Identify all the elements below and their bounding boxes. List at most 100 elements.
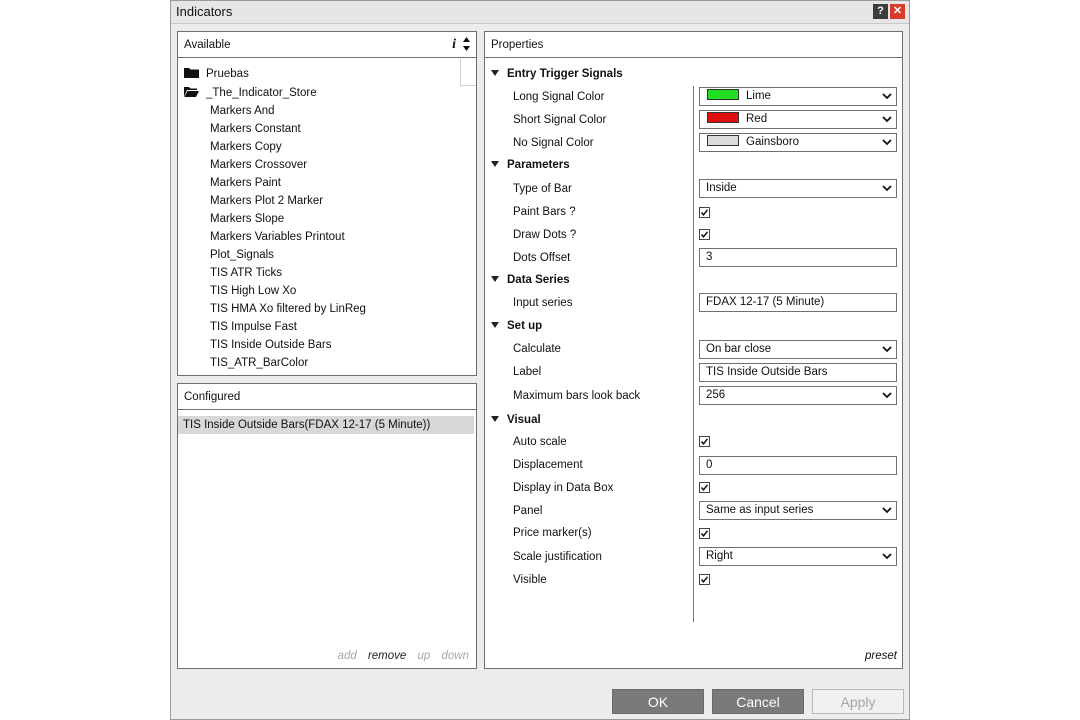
type-of-bar-label: Type of Bar [513, 183, 572, 195]
configured-actions: add remove up down [330, 650, 469, 662]
preset-link[interactable]: preset [865, 650, 897, 662]
chevron-down-icon [882, 116, 892, 123]
dots-offset-input[interactable]: 3 [699, 248, 897, 267]
collapse-triangle-icon [491, 161, 499, 167]
price-markers-label: Price marker(s) [513, 527, 592, 539]
list-item[interactable]: TIS_ATR_BarColor [210, 357, 308, 369]
checkmark-icon [700, 209, 709, 216]
type-of-bar-select[interactable]: Inside [699, 179, 897, 198]
gainsboro-swatch [707, 135, 739, 146]
ok-button[interactable]: OK [612, 689, 704, 714]
properties-title: Properties [491, 39, 544, 51]
paint-bars-checkbox[interactable] [699, 207, 710, 218]
chevron-down-icon [882, 139, 892, 146]
group-label: Entry Trigger Signals [507, 68, 623, 80]
lime-swatch [707, 89, 739, 100]
list-item[interactable]: Plot_Signals [210, 249, 274, 261]
draw-dots-checkbox[interactable] [699, 229, 710, 240]
calculate-label: Calculate [513, 343, 561, 355]
list-item[interactable]: TIS Impulse Fast [210, 321, 297, 333]
group-data-series[interactable]: Data Series [491, 274, 570, 286]
sort-arrows-icon[interactable] [462, 35, 471, 53]
up-link[interactable]: up [418, 650, 431, 662]
short-signal-color-label: Short Signal Color [513, 114, 607, 126]
list-item[interactable]: TIS High Low Xo [210, 285, 296, 297]
list-item[interactable]: TIS HMA Xo filtered by LinReg [210, 303, 366, 315]
calculate-select[interactable]: On bar close [699, 340, 897, 359]
folder-pruebas[interactable]: Pruebas [184, 67, 249, 85]
add-link[interactable]: add [338, 650, 357, 662]
tree-scrollbar-thumb[interactable] [460, 59, 476, 86]
help-button[interactable]: ? [873, 4, 888, 19]
short-signal-color-select[interactable]: Red [699, 110, 897, 129]
list-item[interactable]: Markers Paint [210, 177, 281, 189]
checkmark-icon [700, 530, 709, 537]
no-signal-color-select[interactable]: Gainsboro [699, 133, 897, 152]
visible-checkbox[interactable] [699, 574, 710, 585]
collapse-triangle-icon [491, 276, 499, 282]
paint-bars-label: Paint Bars ? [513, 206, 576, 218]
panel-select[interactable]: Same as input series [699, 501, 897, 520]
title-bar[interactable]: Indicators ? ✕ [171, 1, 909, 24]
label-input[interactable]: TIS Inside Outside Bars [699, 363, 897, 382]
list-item[interactable]: Markers Copy [210, 141, 282, 153]
configured-title: Configured [184, 391, 241, 403]
group-visual[interactable]: Visual [491, 414, 541, 426]
configured-header: Configured [178, 384, 476, 410]
available-panel: Available i Pruebas _The_Indicator_Store… [177, 31, 477, 376]
long-signal-color-select[interactable]: Lime [699, 87, 897, 106]
draw-dots-label: Draw Dots ? [513, 229, 577, 241]
display-data-box-checkbox[interactable] [699, 482, 710, 493]
group-parameters[interactable]: Parameters [491, 159, 570, 171]
list-item[interactable]: Markers And [210, 105, 275, 117]
select-value: Lime [746, 90, 771, 102]
apply-button[interactable]: Apply [812, 689, 904, 714]
list-item[interactable]: TIS Inside Outside Bars [210, 339, 331, 351]
scale-justification-select[interactable]: Right [699, 547, 897, 566]
list-item[interactable]: Markers Plot 2 Marker [210, 195, 323, 207]
select-value: Gainsboro [746, 136, 800, 148]
available-tree: Pruebas _The_Indicator_Store Markers And… [178, 59, 460, 375]
select-value: On bar close [706, 343, 772, 355]
select-value: Inside [706, 182, 737, 194]
checkmark-icon [700, 576, 709, 583]
displacement-input[interactable]: 0 [699, 456, 897, 475]
cancel-button[interactable]: Cancel [712, 689, 804, 714]
configured-panel: Configured TIS Inside Outside Bars(FDAX … [177, 383, 477, 669]
checkmark-icon [700, 438, 709, 445]
auto-scale-checkbox[interactable] [699, 436, 710, 447]
list-item[interactable]: Markers Variables Printout [210, 231, 345, 243]
max-bars-select[interactable]: 256 [699, 386, 897, 405]
list-item[interactable]: Markers Slope [210, 213, 284, 225]
down-link[interactable]: down [442, 650, 470, 662]
close-button[interactable]: ✕ [890, 4, 905, 19]
list-item[interactable]: Markers Crossover [210, 159, 307, 171]
group-entry-trigger-signals[interactable]: Entry Trigger Signals [491, 68, 623, 80]
remove-link[interactable]: remove [368, 650, 406, 662]
price-markers-checkbox[interactable] [699, 528, 710, 539]
available-title: Available [184, 39, 231, 51]
auto-scale-label: Auto scale [513, 436, 567, 448]
configured-item[interactable]: TIS Inside Outside Bars(FDAX 12-17 (5 Mi… [178, 416, 474, 434]
visible-label: Visible [513, 574, 547, 586]
chevron-down-icon [882, 185, 892, 192]
chevron-down-icon [882, 507, 892, 514]
list-item[interactable]: TIS ATR Ticks [210, 267, 282, 279]
red-swatch [707, 112, 739, 123]
checkmark-icon [700, 231, 709, 238]
collapse-triangle-icon [491, 322, 499, 328]
folder-open-icon [184, 87, 199, 97]
dots-offset-label: Dots Offset [513, 252, 571, 264]
folder-the-indicator-store[interactable]: _The_Indicator_Store [184, 86, 317, 104]
list-item[interactable]: Markers Constant [210, 123, 301, 135]
properties-panel: Properties Entry Trigger Signals Long Si… [484, 31, 903, 669]
group-set-up[interactable]: Set up [491, 320, 542, 332]
scale-justification-label: Scale justification [513, 551, 602, 563]
info-icon[interactable]: i [452, 37, 456, 53]
folder-closed-icon [184, 68, 199, 78]
chevron-down-icon [882, 93, 892, 100]
input-series-field[interactable]: FDAX 12-17 (5 Minute) [699, 293, 897, 312]
group-label: Set up [507, 320, 543, 332]
select-value: 256 [706, 389, 726, 401]
column-divider[interactable] [693, 86, 694, 622]
